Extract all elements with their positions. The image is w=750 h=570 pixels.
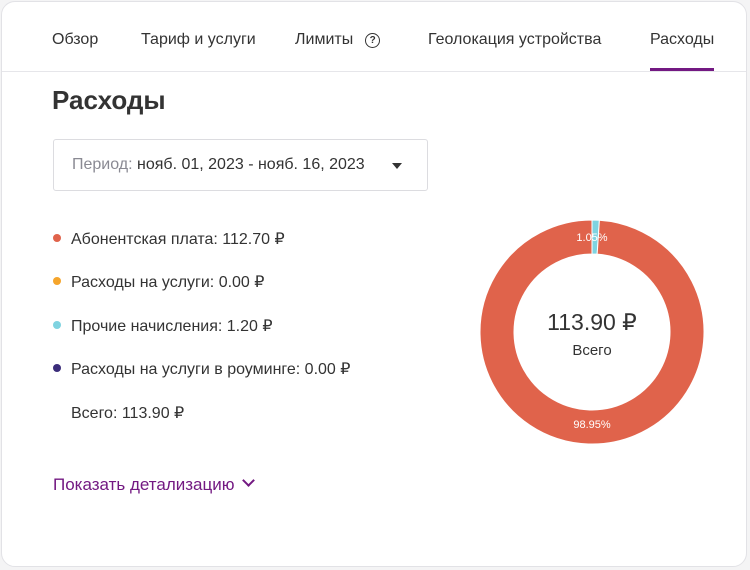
chevron-down-icon — [241, 474, 255, 487]
tab-geolocation-label: Геолокация устройства — [428, 31, 602, 48]
period-label: Период: — [72, 156, 133, 173]
donut-percent-label: 98.95% — [573, 419, 611, 431]
tab-expenses[interactable]: Расходы — [650, 31, 715, 71]
tab-geolocation[interactable]: Геолокация устройства — [428, 31, 601, 71]
legend-dot — [53, 364, 61, 372]
tab-limits-label: Лимиты — [295, 31, 354, 48]
legend-dot — [53, 234, 61, 242]
donut-percent-label: 1.05% — [576, 232, 607, 244]
tab-bar: Обзор Тариф и услуги Лимиты? Геолокация … — [2, 2, 746, 72]
legend-item-services: Расходы на услуги: 0.00 ₽ — [53, 273, 264, 293]
total-line: Всего: 113.90 ₽ — [71, 405, 185, 422]
tab-tariff[interactable]: Тариф и услуги — [141, 31, 256, 71]
tab-limits[interactable]: Лимиты? — [295, 31, 381, 71]
legend-item-subscription: Абонентская плата: 112.70 ₽ — [53, 230, 285, 250]
tab-overview-label: Обзор — [52, 31, 99, 48]
legend-text: Расходы на услуги: 0.00 ₽ — [71, 274, 265, 291]
show-details-label: Показать детализацию — [53, 475, 235, 494]
donut-slice[interactable] — [480, 220, 704, 444]
period-select[interactable]: Период: нояб. 01, 2023 - нояб. 16, 2023 — [53, 139, 428, 191]
caret-down-icon — [392, 163, 402, 169]
show-details-link[interactable]: Показать детализацию — [53, 474, 255, 496]
period-value: нояб. 01, 2023 - нояб. 16, 2023 — [137, 156, 365, 173]
legend-dot — [53, 277, 61, 285]
expenses-donut-chart: 1.05% 98.95% — [480, 220, 704, 444]
expenses-card: Обзор Тариф и услуги Лимиты? Геолокация … — [1, 1, 747, 567]
legend-item-roaming: Расходы на услуги в роуминге: 0.00 ₽ — [53, 360, 350, 380]
legend-text: Прочие начисления: 1.20 ₽ — [71, 318, 273, 335]
legend-text: Расходы на услуги в роуминге: 0.00 ₽ — [71, 361, 351, 378]
legend-dot — [53, 321, 61, 329]
tab-expenses-label: Расходы — [650, 31, 715, 48]
page-title: Расходы — [52, 85, 166, 115]
legend-item-other: Прочие начисления: 1.20 ₽ — [53, 317, 273, 337]
question-circle-icon[interactable]: ? — [365, 33, 381, 48]
tab-tariff-label: Тариф и услуги — [141, 31, 256, 48]
legend-text: Абонентская плата: 112.70 ₽ — [71, 231, 285, 248]
tab-overview[interactable]: Обзор — [52, 31, 98, 71]
